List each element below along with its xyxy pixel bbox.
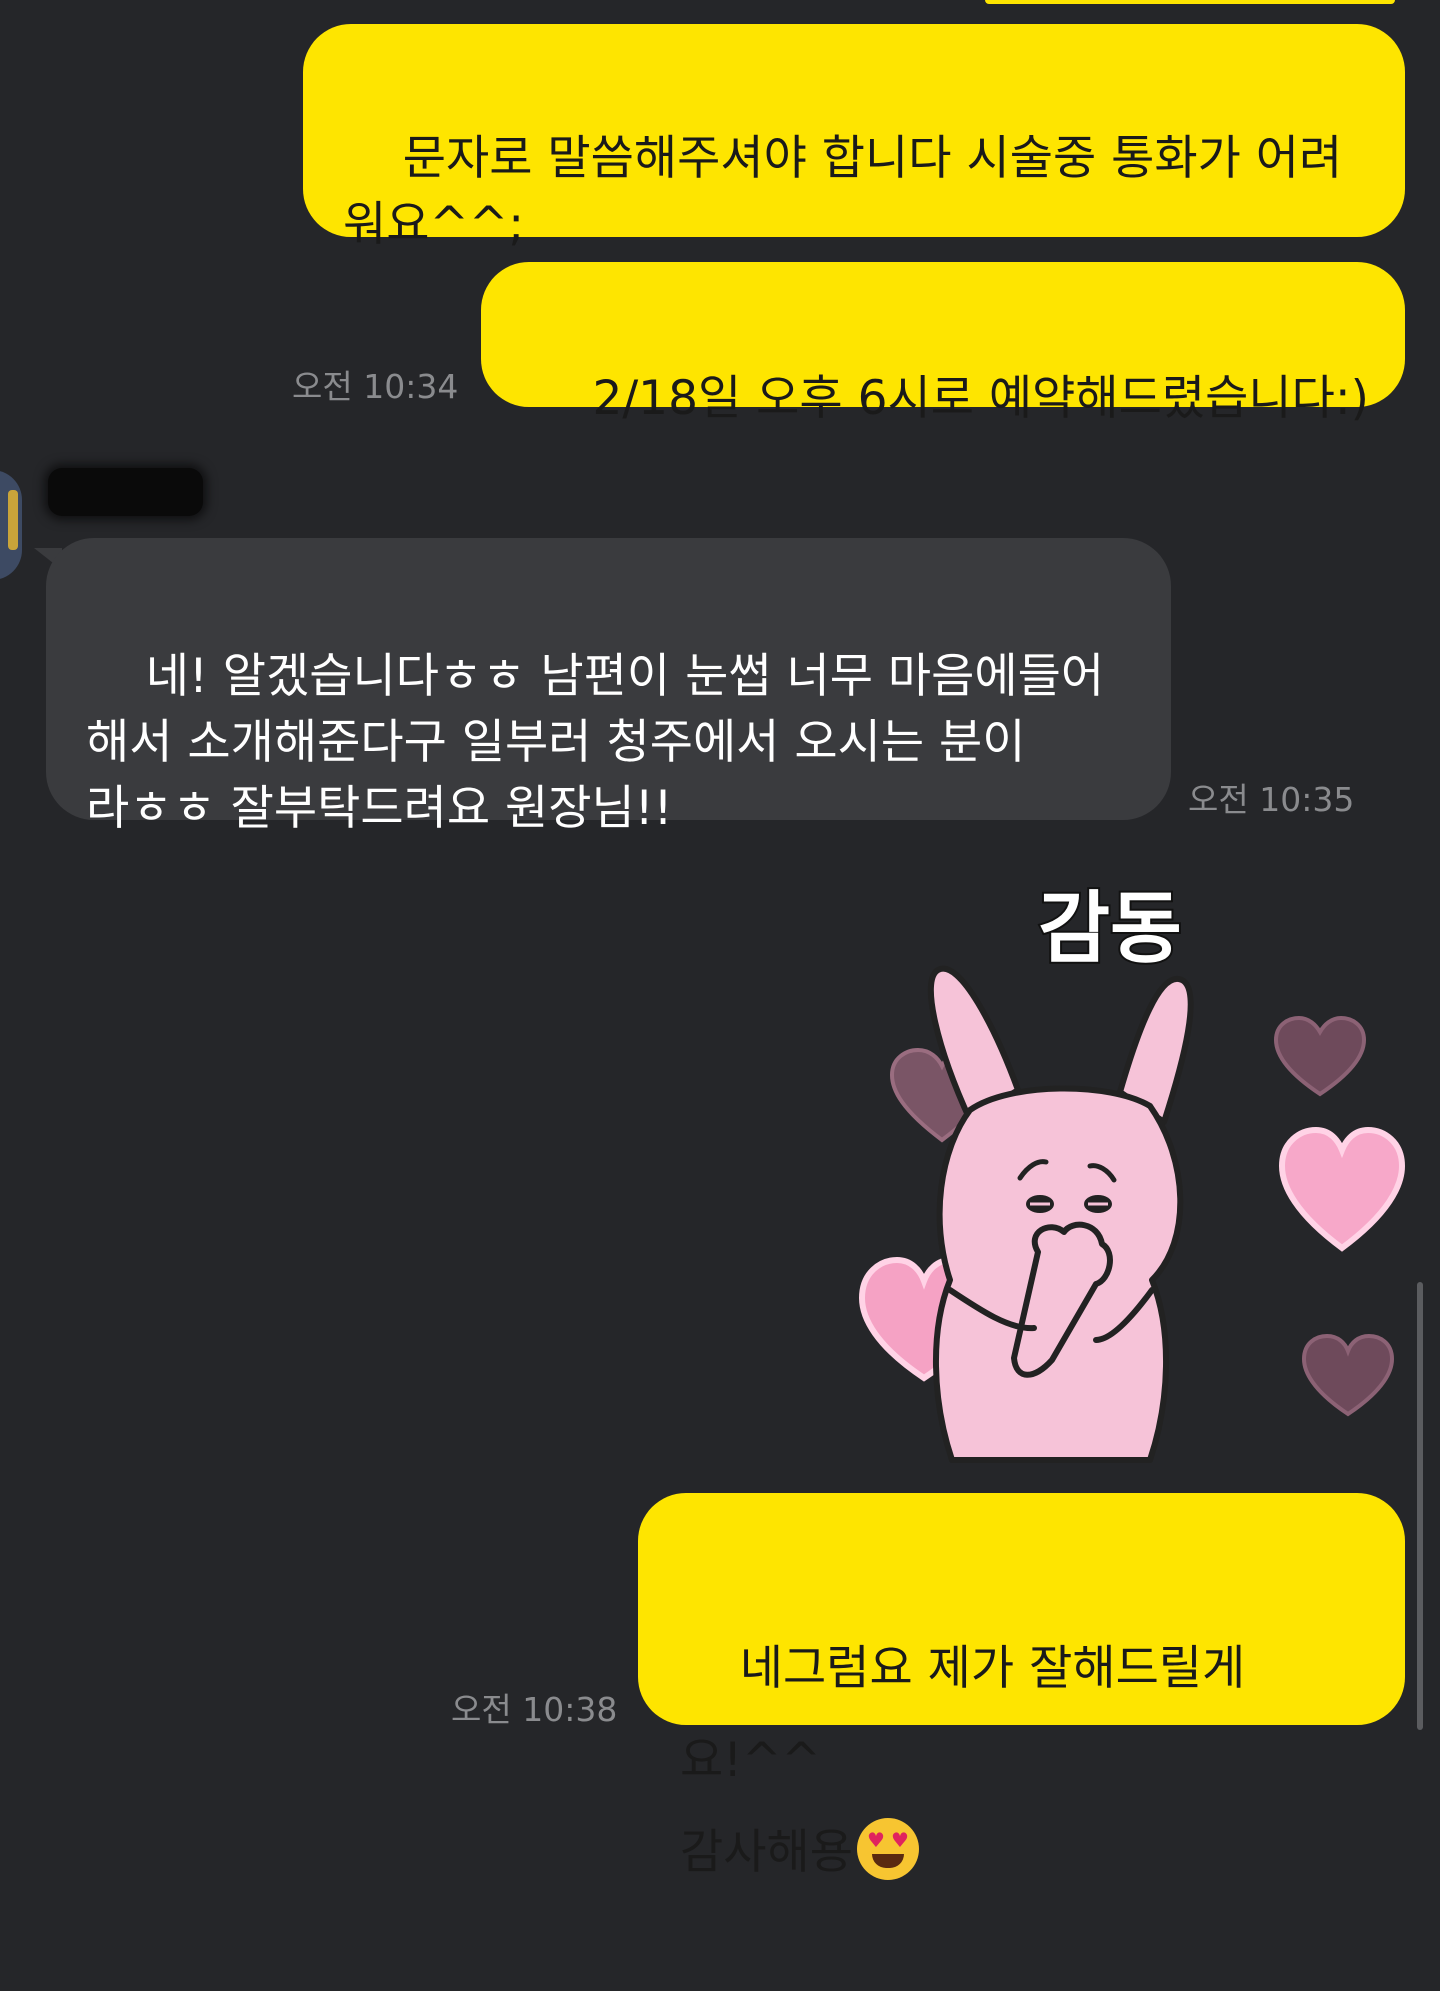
bunny-sticker-image: 감동	[858, 882, 1406, 1463]
chat-message-list[interactable]: 문자로 말씀해주셔야 합니다 시술중 통화가 어려 워요^^; 2/18일 오후…	[0, 0, 1440, 1880]
heart-eyes-emoji-icon: ♥ ♥	[856, 1818, 919, 1880]
bunny-sticker[interactable]: 감동	[820, 860, 1420, 1480]
sender-name-redacted	[48, 468, 203, 516]
message-timestamp: 오전 10:38	[451, 1690, 618, 1729]
scrollbar-thumb[interactable]	[1417, 1282, 1423, 1730]
outgoing-message-bubble[interactable]: 네그럼요 제가 잘해드릴게요!^^ 감사해용 ♥ ♥	[638, 1493, 1405, 1880]
sticker-caption: 감동	[1038, 884, 1182, 974]
heart-icon	[1278, 1126, 1406, 1252]
heart-icon	[1273, 1015, 1367, 1097]
sender-avatar[interactable]	[0, 470, 22, 580]
message-text: 2/18일 오후 6시로 예약해드렸습니다:)	[592, 371, 1369, 426]
outgoing-message-bubble[interactable]: 2/18일 오후 6시로 예약해드렸습니다:)	[481, 262, 1405, 426]
outgoing-message-bubble[interactable]: 문자로 말씀해주셔야 합니다 시술중 통화가 어려 워요^^;	[303, 24, 1405, 252]
previous-message-bubble-edge	[985, 0, 1395, 4]
incoming-message-bubble[interactable]: 네! 알겠습니다ㅎㅎ 남편이 눈썹 너무 마음에들어 해서 소개해준다구 일부러…	[46, 538, 1171, 836]
message-text: 문자로 말씀해주셔야 합니다 시술중 통화가 어려 워요^^;	[343, 131, 1343, 252]
message-timestamp: 오전 10:35	[1188, 780, 1355, 819]
message-text: 네그럼요 제가 잘해드릴게요!^^ 감사해용	[680, 1641, 1246, 1880]
message-text: 네! 알겠습니다ㅎㅎ 남편이 눈썹 너무 마음에들어 해서 소개해준다구 일부러…	[86, 649, 1105, 836]
heart-icon	[1301, 1333, 1395, 1417]
message-timestamp: 오전 10:34	[292, 367, 459, 406]
